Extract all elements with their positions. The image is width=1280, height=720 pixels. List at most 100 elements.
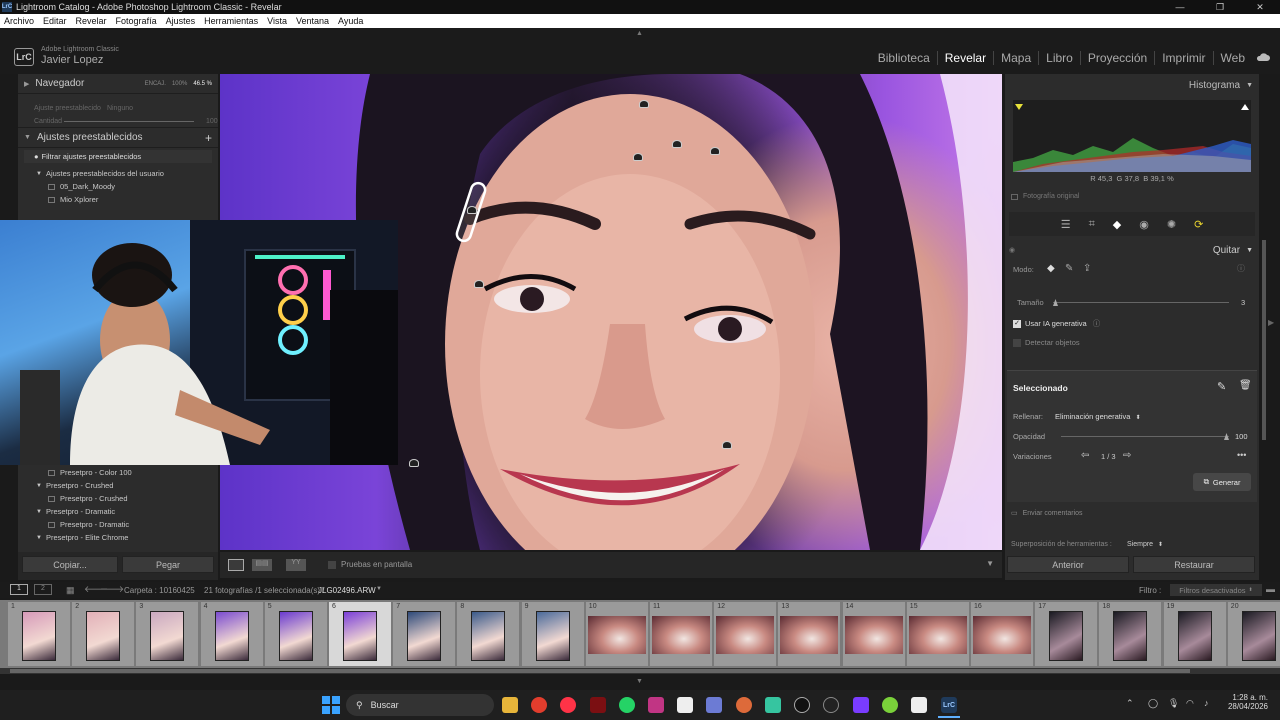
preset-group[interactable]: ▼ Presetpro - Dramatic [18,505,218,518]
media-player-icon[interactable] [560,697,576,713]
presets-header[interactable]: ▼ Ajustes preestablecidos + [18,128,218,148]
spot-pin-icon[interactable] [639,100,649,108]
toolbar-menu-icon[interactable]: ▼ [986,559,994,568]
clone-mode-icon[interactable]: ⇪ [1083,263,1091,274]
spot-pin-icon[interactable] [722,441,732,449]
filmstrip-thumbnail[interactable]: 18 [1099,602,1162,666]
filmstrip-thumbnail[interactable]: 2 [72,602,135,666]
app-icon[interactable] [911,697,927,713]
discord-icon[interactable] [706,697,722,713]
windows-start-icon[interactable] [322,696,340,714]
tray-chevron-icon[interactable]: ⌃ [1126,698,1134,709]
filmstrip-thumbnail[interactable]: 3 [136,602,199,666]
module-mapa[interactable]: Mapa [993,51,1038,65]
filmstrip-thumbnail[interactable]: 11 [650,602,712,666]
whatsapp-icon[interactable] [619,697,635,713]
spot-pin-icon[interactable] [633,153,643,161]
info-icon[interactable]: ⓘ [1093,318,1101,329]
chrome-icon[interactable] [531,697,547,713]
filmstrip-thumbnail[interactable]: 20 [1227,602,1280,666]
app-icon[interactable] [765,697,781,713]
menu-revelar[interactable]: Revelar [76,16,107,26]
add-preset-button[interactable]: + [205,131,212,145]
grid-icon[interactable]: ▦ [66,585,75,596]
monitor-1-button[interactable]: 1 [10,584,28,595]
filmstrip-thumbnail[interactable]: 1 [8,602,70,666]
preset-item[interactable]: Presetpro - Dramatic [18,518,218,531]
amount-slider[interactable] [64,121,194,122]
trash-icon[interactable]: 🗑 [1239,380,1252,391]
preset-group[interactable]: ▼ Presetpro - Elite Chrome [18,531,218,544]
red-eye-icon[interactable]: ◉ [1139,218,1149,231]
monitor-2-button[interactable]: 2 [34,584,52,595]
module-libro[interactable]: Libro [1038,51,1080,65]
preset-filter-field[interactable]: ● Filtrar ajustes preestablecidos [24,150,212,163]
spot-pin-icon[interactable] [672,140,682,148]
module-imprimir[interactable]: Imprimir [1154,51,1212,65]
generate-button[interactable]: ⧉ Generar [1193,473,1251,491]
menu-ventana[interactable]: Ventana [296,16,329,26]
filmstrip-thumbnail[interactable]: 8 [457,602,520,666]
fill-dropdown[interactable]: Eliminación generativa ⬍ [1055,412,1141,421]
use-ai-checkbox[interactable]: ✓ Usar IA generativa ⓘ [1013,318,1100,329]
preset-item[interactable]: Presetpro - Color 100 [18,466,218,479]
app-icon[interactable] [590,697,606,713]
preset-item[interactable]: Mio Xplorer [18,193,218,206]
filmstrip-thumbnail[interactable]: 13 [778,602,841,666]
module-biblioteca[interactable]: Biblioteca [871,51,937,65]
remove-eraser-icon[interactable]: ◆ [1113,218,1121,231]
menu-fotografia[interactable]: Fotografía [116,16,157,26]
opacity-slider[interactable] [1061,436,1229,437]
filmstrip-thumbnail[interactable]: 12 [714,602,777,666]
heal-mode-icon[interactable]: ✎ [1065,263,1073,274]
wifi-icon[interactable]: ◠ [1186,698,1194,709]
paste-button[interactable]: Pegar [122,556,214,573]
masking-icon[interactable]: ✺ [1167,218,1176,231]
presets-cycle-icon[interactable]: ⟳ [1194,218,1203,231]
module-proyeccion[interactable]: Proyección [1079,51,1154,65]
tray-app-icon[interactable]: ◯ [1148,698,1158,709]
clock[interactable]: 1:28 a. m. 28/04/2026 [1222,693,1268,711]
taskbar-search[interactable]: ⚲ Buscar [346,694,494,716]
next-variation-icon[interactable]: ⇨ [1123,450,1131,461]
filmstrip-thumbnail[interactable]: 4 [200,602,263,666]
zoom-100[interactable]: 100% [172,81,187,87]
before-after-icon[interactable]: ▤▤ [252,559,272,571]
app-icon[interactable] [736,697,752,713]
preset-item[interactable]: Presetpro - Crushed [18,492,218,505]
spot-pin-icon[interactable] [710,147,720,155]
collapse-bottom-icon[interactable]: ▼ [636,678,643,685]
app-icon[interactable] [853,697,869,713]
copy-button[interactable]: Copiar... [22,556,118,573]
overlay-dropdown[interactable]: Siempre ⬍ [1127,541,1163,548]
app-icon[interactable] [882,697,898,713]
menu-ajustes[interactable]: Ajustes [166,16,196,26]
edit-sliders-icon[interactable]: ☰ [1061,218,1071,231]
remove-header[interactable]: ◉ Quitar ▼ [1005,242,1259,258]
detect-objects-checkbox[interactable]: Detectar objetos [1013,338,1080,347]
previous-button[interactable]: Anterior [1007,556,1129,573]
histogram-graph[interactable] [1013,100,1251,172]
collapse-top-icon[interactable]: ▲ [636,30,643,37]
visibility-eye-icon[interactable]: ◉ [1009,246,1015,254]
more-options-icon[interactable]: ••• [1237,450,1246,460]
filmstrip-thumbnail[interactable]: 17 [1035,602,1098,666]
filmstrip-thumbnail[interactable]: 14 [842,602,905,666]
filter-dropdown[interactable]: Filtros desactivados ⬍ [1170,584,1262,596]
right-panel-scrollbar[interactable] [1262,240,1266,440]
module-revelar[interactable]: Revelar [936,51,993,65]
crop-icon[interactable]: ⌗ [1089,218,1095,231]
preset-group[interactable]: ▼ Presetpro - Crushed [18,479,218,492]
navigator-header[interactable]: ▶ Navegador ENCAJ. 100% 46.5 % [18,74,218,94]
forward-arrow-icon[interactable]: 🡒 [100,584,124,595]
app-icon[interactable] [823,697,839,713]
menu-archivo[interactable]: Archivo [4,16,34,26]
right-panel-toggle-icon[interactable]: ▶ [1268,318,1274,327]
histogram-header[interactable]: Histograma ▼ [1005,74,1259,96]
user-preset-group[interactable]: ▼ Ajustes preestablecidos del usuario [18,167,218,180]
softproof-checkbox[interactable]: Pruebas en pantalla [328,560,412,569]
info-icon[interactable]: ⓘ [1237,263,1245,274]
before-after-swap-icon[interactable]: YY [286,559,306,571]
zoom-current[interactable]: 46.5 % [193,81,212,87]
file-explorer-icon[interactable] [502,697,518,713]
